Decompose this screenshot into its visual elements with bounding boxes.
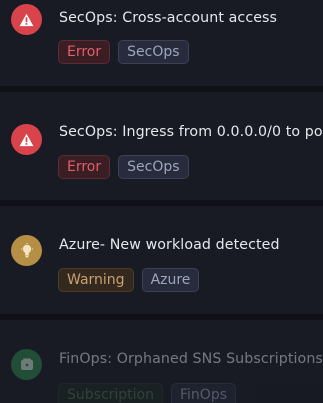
- wallet-icon: [20, 358, 33, 370]
- category-badge: SecOps: [118, 40, 189, 64]
- alert-severity-icon: [11, 349, 42, 380]
- alert-title: Azure- New workload detected: [59, 237, 280, 253]
- alert-badges: Error SecOps: [58, 155, 189, 179]
- alert-severity-icon: [11, 124, 42, 155]
- lightbulb-icon: [20, 242, 33, 257]
- alert-title: FinOps: Orphaned SNS Subscriptions: [59, 351, 323, 367]
- alert-badges: Warning Azure: [58, 268, 200, 292]
- category-badge: Azure: [141, 268, 200, 292]
- alert-severity-icon: [11, 235, 42, 266]
- alert-badges: Error SecOps: [58, 40, 189, 64]
- warning-triangle-icon: [19, 13, 34, 26]
- warning-triangle-icon: [19, 133, 34, 146]
- severity-badge: Error: [58, 155, 111, 179]
- severity-badge: Warning: [58, 268, 134, 292]
- category-badge: Subscription: [58, 383, 163, 403]
- category-badge: FinOps: [171, 383, 236, 403]
- alert-card[interactable]: FinOps: Orphaned SNS Subscriptions Subsc…: [0, 320, 323, 403]
- category-badge: SecOps: [118, 155, 189, 179]
- alert-card[interactable]: Azure- New workload detected Warning Azu…: [0, 206, 323, 314]
- alert-card[interactable]: SecOps: Ingress from 0.0.0.0/0 to ports …: [0, 92, 323, 200]
- alert-title: SecOps: Cross-account access: [59, 10, 278, 26]
- severity-badge: Error: [58, 40, 111, 64]
- alert-list: SecOps: Cross-account access Error SecOp…: [0, 0, 323, 403]
- alert-badges: Subscription FinOps: [58, 383, 236, 403]
- alert-title: SecOps: Ingress from 0.0.0.0/0 to ports: [59, 124, 323, 140]
- alert-card[interactable]: SecOps: Cross-account access Error SecOp…: [0, 0, 323, 86]
- alert-severity-icon: [11, 4, 42, 35]
